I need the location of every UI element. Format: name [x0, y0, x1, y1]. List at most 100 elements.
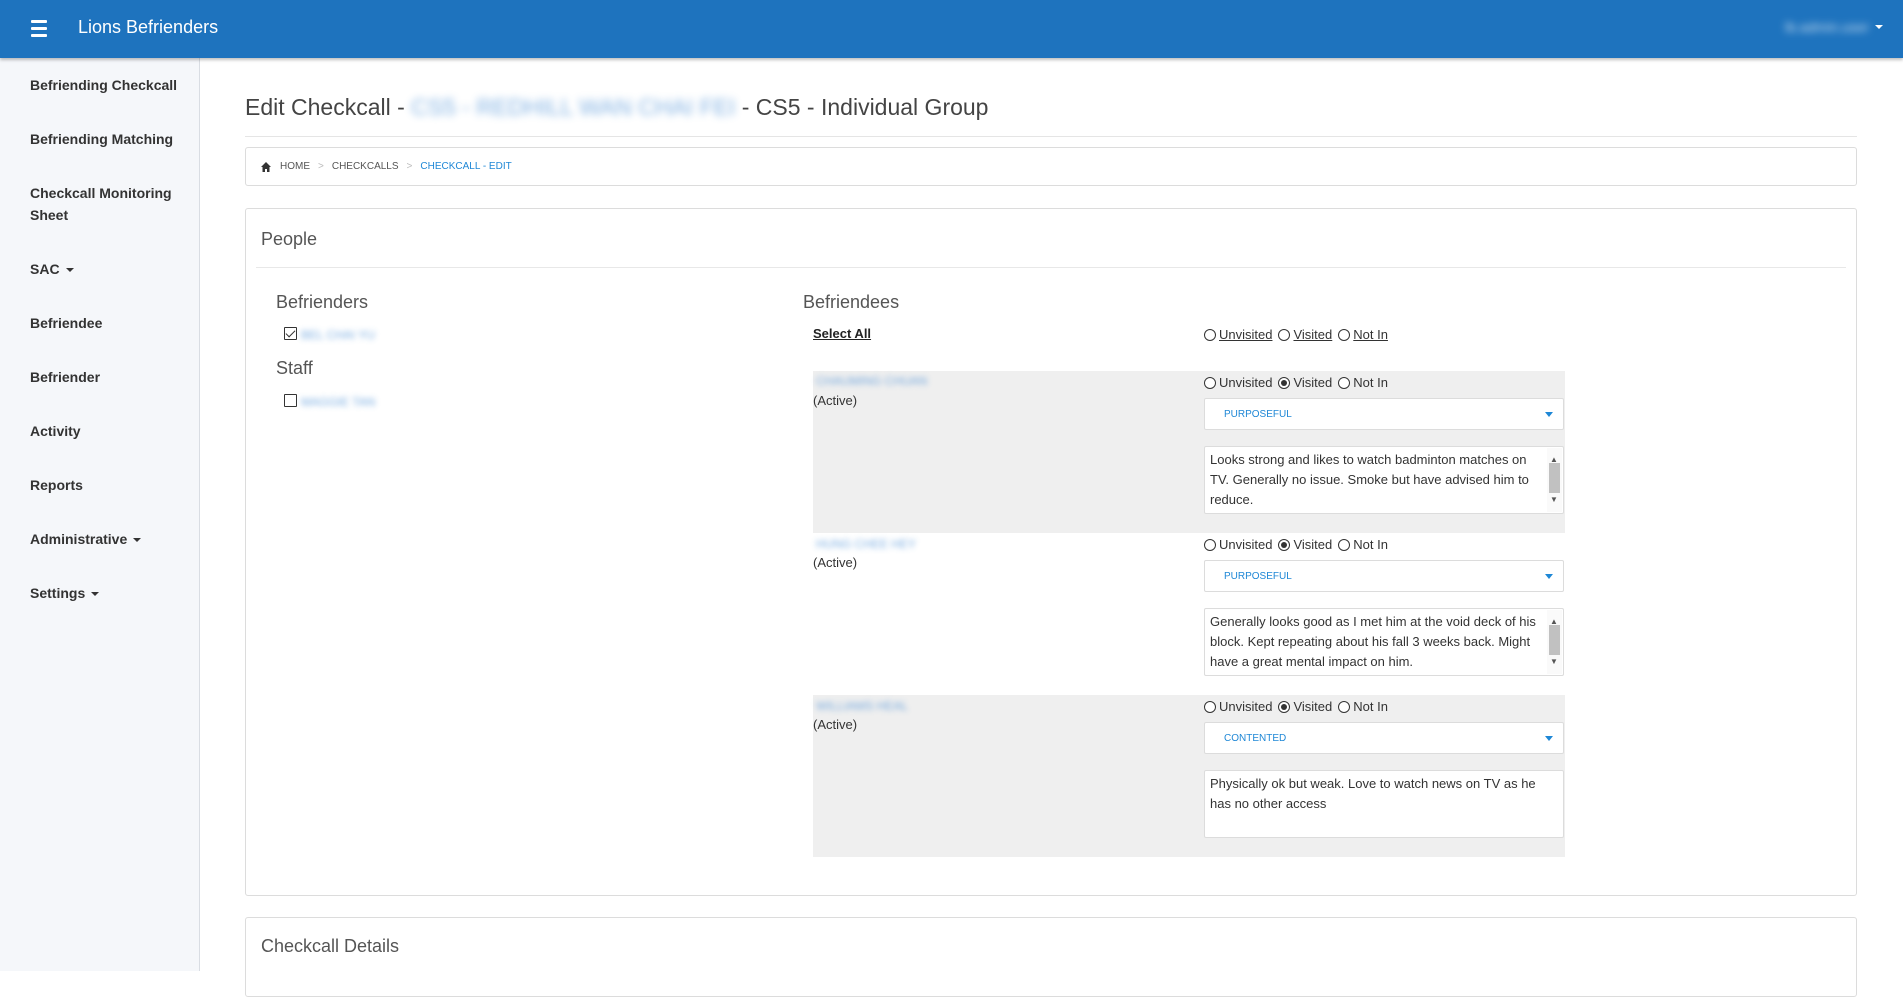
notes-text: Looks strong and likes to watch badminto… [1210, 452, 1529, 507]
radio-label[interactable]: Visited [1293, 327, 1332, 342]
breadcrumb-separator: > [318, 161, 324, 172]
home-icon[interactable] [260, 161, 272, 173]
not-in-radio[interactable] [1338, 700, 1351, 713]
radio-label[interactable]: Unvisited [1219, 699, 1272, 714]
sidebar-item-settings[interactable]: Settings [30, 582, 100, 604]
caret-down-icon [1545, 736, 1553, 741]
not-in-radio[interactable] [1338, 376, 1351, 389]
sidebar-item-administrative[interactable]: Administrative [30, 528, 142, 550]
sidebar-item-checkcall-monitoring-sheet[interactable]: Checkcall Monitoring Sheet [30, 182, 180, 226]
mood-dropdown-value: CONTENTED [1224, 733, 1287, 744]
select-all-visited-radio[interactable] [1278, 328, 1291, 341]
caret-down-icon [1545, 412, 1553, 417]
sidebar-item-label: Befriendee [30, 315, 103, 331]
mood-dropdown[interactable]: PURPOSEFUL [1204, 398, 1564, 430]
radio-label[interactable]: Not In [1353, 327, 1388, 342]
checkcall-details-panel: Checkcall Details [245, 917, 1857, 997]
breadcrumb-current: Checkcall - Edit [420, 161, 512, 172]
sidebar-item-label: SAC [30, 261, 60, 277]
befriendee-name: CHAUMING CHUAN [816, 374, 928, 388]
top-navbar: Lions Befrienders lb.admin.user [0, 0, 1903, 58]
radio-label[interactable]: Unvisited [1219, 375, 1272, 390]
hamburger-menu-icon[interactable] [31, 20, 47, 37]
user-menu[interactable]: lb.admin.user [1785, 19, 1883, 35]
mood-dropdown[interactable]: PURPOSEFUL [1204, 560, 1564, 592]
select-all-radio-group: Unvisited Visited Not In [1204, 327, 1394, 342]
radio-label[interactable]: Not In [1353, 375, 1388, 390]
sidebar-item-befriending-checkcall[interactable]: Befriending Checkcall [30, 74, 177, 96]
befriendee-visit-radio-group: Unvisited Visited Not In [1204, 537, 1394, 552]
breadcrumb-home[interactable]: Home [280, 161, 310, 172]
notes-scrollbar[interactable]: ▲ ▼ [1547, 610, 1562, 674]
notes-text: Generally looks good as I met him at the… [1210, 614, 1536, 669]
sidebar-item-reports[interactable]: Reports [30, 474, 83, 496]
sidebar-item-sac[interactable]: SAC [30, 258, 74, 280]
radio-label[interactable]: Visited [1293, 699, 1332, 714]
befriendee-visit-radio-group: Unvisited Visited Not In [1204, 699, 1394, 714]
scroll-down-icon[interactable]: ▼ [1550, 490, 1558, 510]
befriendee-name: WILLIAMS HEAL [816, 699, 909, 713]
staff-checkbox[interactable] [284, 394, 297, 407]
radio-label[interactable]: Not In [1353, 537, 1388, 552]
sidebar-item-label: Reports [30, 477, 83, 493]
not-in-radio[interactable] [1338, 538, 1351, 551]
unvisited-radio[interactable] [1204, 700, 1216, 713]
breadcrumb-checkcalls[interactable]: Checkcalls [332, 161, 399, 172]
befriendee-status: (Active) [813, 393, 858, 408]
scroll-thumb[interactable] [1549, 463, 1560, 493]
staff-name: MAGGIE TAN [301, 395, 376, 409]
notes-text: Physically ok but weak. Love to watch ne… [1210, 776, 1536, 811]
visited-radio[interactable] [1278, 700, 1291, 713]
checkcall-details-title: Checkcall Details [261, 936, 400, 956]
select-all-link[interactable]: Select All [813, 326, 871, 341]
radio-label[interactable]: Unvisited [1219, 327, 1272, 342]
visited-radio[interactable] [1278, 376, 1291, 389]
befriendee-visit-radio-group: Unvisited Visited Not In [1204, 375, 1394, 390]
scroll-thumb[interactable] [1549, 625, 1560, 655]
people-panel-title: People [261, 229, 318, 249]
caret-down-icon [1875, 25, 1883, 29]
sidebar-item-befriendee[interactable]: Befriendee [30, 312, 102, 334]
radio-label[interactable]: Unvisited [1219, 537, 1272, 552]
sidebar-item-label: Settings [30, 585, 86, 601]
notes-scrollbar[interactable]: ▲ ▼ [1547, 448, 1562, 512]
sidebar-item-label: Befriender [30, 369, 101, 385]
befriendees-heading: Befriendees [803, 292, 900, 312]
befriendee-notes-textarea[interactable]: Generally looks good as I met him at the… [1204, 608, 1564, 676]
main-content: Edit Checkcall - CS5 - REDHILL WAN CHAI … [200, 58, 1903, 997]
sidebar-item-label: Activity [30, 423, 81, 439]
select-all-unvisited-radio[interactable] [1204, 328, 1216, 341]
befriendee-status: (Active) [813, 717, 858, 732]
befriender-checkbox[interactable] [284, 327, 297, 340]
unvisited-radio[interactable] [1204, 376, 1216, 389]
mood-dropdown[interactable]: CONTENTED [1204, 722, 1564, 754]
caret-down-icon [1545, 574, 1553, 579]
sidebar-item-befriending-matching[interactable]: Befriending Matching [30, 128, 173, 150]
befriendee-name: HUNG CHEE HEY [816, 537, 917, 551]
befriendee-notes-textarea[interactable]: Physically ok but weak. Love to watch ne… [1204, 770, 1564, 838]
page-title: Edit Checkcall - CS5 - REDHILL WAN CHAI … [245, 94, 988, 121]
select-all-notin-radio[interactable] [1338, 328, 1351, 341]
sidebar: Befriending Checkcall Befriending Matchi… [0, 58, 200, 971]
sidebar-item-befriender[interactable]: Befriender [30, 366, 100, 388]
mood-dropdown-value: PURPOSEFUL [1224, 409, 1292, 420]
befrienders-heading: Befrienders [276, 292, 369, 312]
user-name: lb.admin.user [1784, 19, 1869, 35]
sidebar-item-label: Checkcall Monitoring Sheet [30, 185, 172, 223]
radio-label[interactable]: Visited [1293, 375, 1332, 390]
radio-label[interactable]: Not In [1353, 699, 1388, 714]
staff-heading: Staff [276, 358, 313, 378]
sidebar-item-label: Befriending Checkcall [30, 77, 178, 93]
caret-down-icon [65, 268, 74, 273]
app-title[interactable]: Lions Befrienders [78, 17, 218, 38]
befriendee-notes-textarea[interactable]: Looks strong and likes to watch badminto… [1204, 446, 1564, 514]
radio-label[interactable]: Visited [1293, 537, 1332, 552]
visited-radio[interactable] [1278, 538, 1291, 551]
sidebar-item-activity[interactable]: Activity [30, 420, 81, 442]
scroll-down-icon[interactable]: ▼ [1550, 652, 1558, 672]
caret-down-icon [91, 592, 100, 597]
befriender-name: BEL CHAI YU [301, 328, 376, 342]
caret-down-icon [133, 538, 142, 543]
mood-dropdown-value: PURPOSEFUL [1224, 571, 1292, 582]
unvisited-radio[interactable] [1204, 538, 1216, 551]
